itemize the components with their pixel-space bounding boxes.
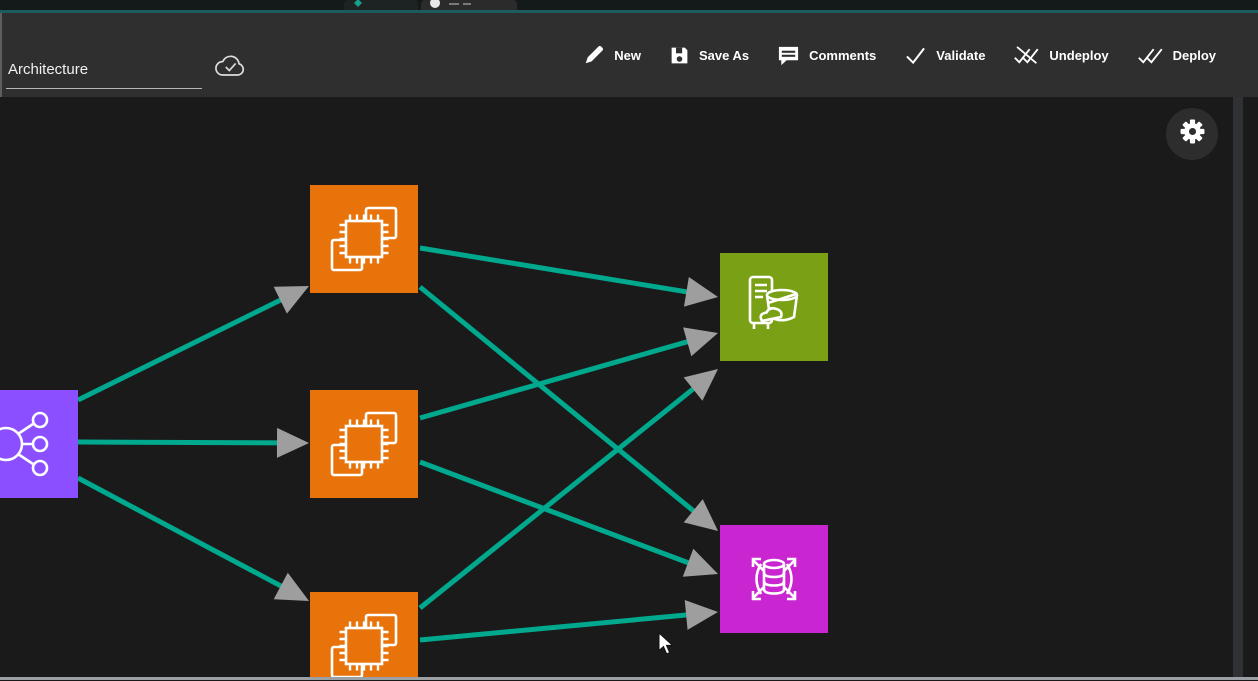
toolbar-button-validate[interactable]: Validate <box>904 45 985 66</box>
toolbar-button-comments[interactable]: Comments <box>777 44 876 67</box>
gear-icon <box>1179 118 1206 150</box>
double-check-icon <box>1137 45 1164 66</box>
edge-load-balancer-to-compute-3[interactable] <box>78 478 309 601</box>
edge-compute-1-to-database[interactable] <box>420 287 718 531</box>
browser-tab-stub-1[interactable] <box>344 0 418 10</box>
pencil-icon <box>583 44 605 66</box>
double-check-crossed-icon <box>1013 44 1040 67</box>
diagram-title-input[interactable] <box>6 61 202 89</box>
teal-logo-icon <box>352 0 364 10</box>
toolbar-label-validate: Validate <box>936 48 985 63</box>
edge-load-balancer-to-compute-2[interactable] <box>78 428 309 458</box>
edges-layer <box>0 97 1233 678</box>
check-icon <box>904 45 927 66</box>
node-compute-3[interactable] <box>310 592 418 678</box>
avatar-circle-icon <box>429 0 441 10</box>
vertical-scrollbar[interactable] <box>1233 97 1243 678</box>
toolbar-actions: New Save As Comments Validate Undeploy D… <box>583 13 1216 97</box>
toolbar-label-deploy: Deploy <box>1173 48 1216 63</box>
toolbar-label-comments: Comments <box>809 48 876 63</box>
accent-divider <box>0 10 1258 13</box>
canvas-settings-button[interactable] <box>1166 108 1218 160</box>
browser-strip <box>0 0 1258 10</box>
node-compute-1[interactable] <box>310 185 418 293</box>
arrowhead <box>683 549 718 577</box>
toolbar-button-new[interactable]: New <box>583 44 641 66</box>
tab-text-fragment <box>449 0 475 10</box>
arrowhead <box>277 428 309 458</box>
arrowhead <box>685 600 718 630</box>
toolbar-button-save-as[interactable]: Save As <box>669 45 749 66</box>
arrowhead <box>684 499 718 531</box>
toolbar-button-deploy[interactable]: Deploy <box>1137 45 1216 66</box>
edge-compute-3-to-database[interactable] <box>420 600 718 640</box>
save-icon <box>669 45 690 66</box>
toolbar-button-undeploy[interactable]: Undeploy <box>1013 44 1108 67</box>
browser-tab-stub-2[interactable] <box>421 0 517 10</box>
toolbar-label-new: New <box>614 48 641 63</box>
node-database[interactable] <box>720 525 828 633</box>
edge-compute-1-to-storage[interactable] <box>420 248 718 307</box>
toolbar-label-undeploy: Undeploy <box>1049 48 1108 63</box>
comments-icon <box>777 44 800 67</box>
edge-load-balancer-to-compute-1[interactable] <box>78 286 309 400</box>
diagram-toolbar: New Save As Comments Validate Undeploy D… <box>0 13 1258 97</box>
cloud-check-icon <box>214 53 246 85</box>
horizontal-scrollbar[interactable] <box>0 677 1258 680</box>
node-compute-2[interactable] <box>310 390 418 498</box>
diagram-canvas[interactable] <box>0 97 1233 678</box>
toolbar-label-save-as: Save As <box>699 48 749 63</box>
arrowhead <box>683 327 718 356</box>
arrowhead <box>684 369 718 401</box>
edge-compute-2-to-database[interactable] <box>420 462 718 577</box>
node-load-balancer[interactable] <box>0 390 78 498</box>
arrowhead <box>684 277 718 307</box>
node-storage[interactable] <box>720 253 828 361</box>
